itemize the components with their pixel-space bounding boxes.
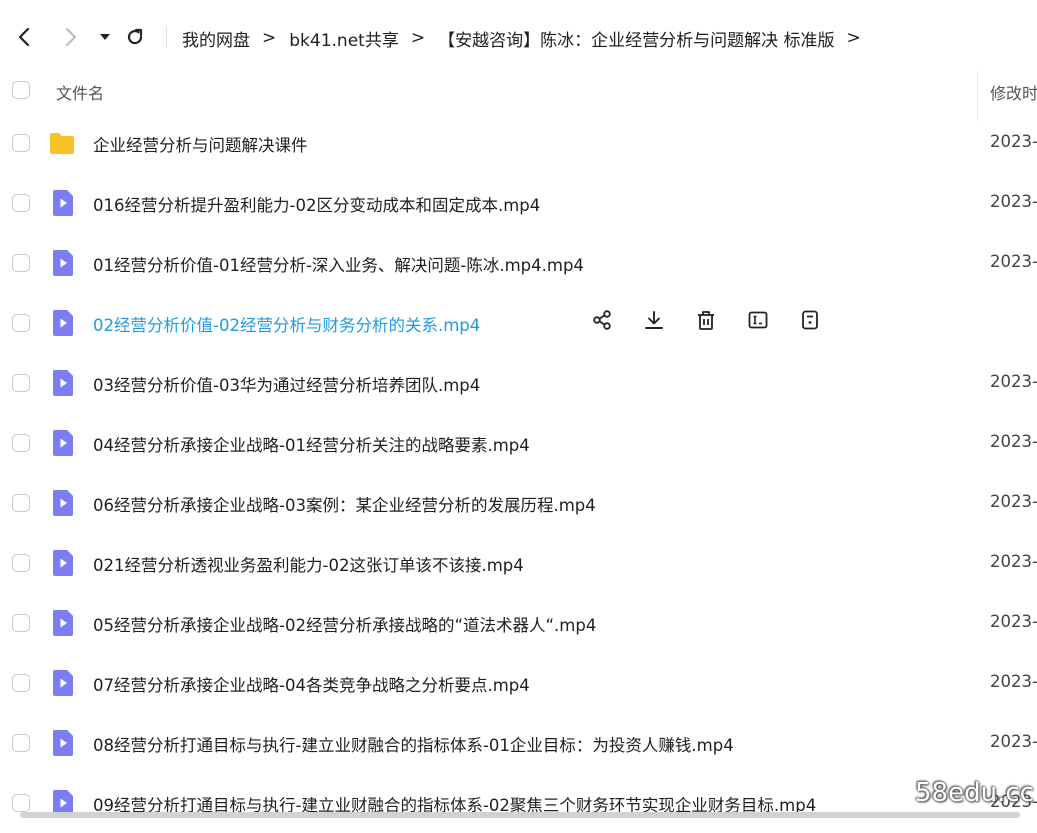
refresh-button[interactable] [120, 22, 150, 52]
row-checkbox[interactable] [12, 194, 30, 212]
row-checkbox[interactable] [12, 734, 30, 752]
row-checkbox[interactable] [12, 674, 30, 692]
file-row[interactable]: 01经营分析价值-01经营分析-深入业务、解决问题-陈冰.mp4.mp4 2023… [0, 233, 1037, 293]
column-header-modified[interactable]: 修改时 [990, 80, 1037, 104]
history-dropdown-button[interactable] [90, 22, 120, 52]
file-name[interactable]: 02经营分析价值-02经营分析与财务分析的关系.mp4 [93, 312, 480, 336]
file-row[interactable]: 016经营分析提升盈利能力-02区分变动成本和固定成本.mp4 2023- [0, 173, 1037, 233]
file-row[interactable]: 03经营分析价值-03华为通过经营分析培养团队.mp4 2023- [0, 353, 1037, 413]
rename-icon [747, 309, 769, 335]
file-name[interactable]: 06经营分析承接企业战略-03案例：某企业经营分析的发展历程.mp4 [93, 492, 596, 516]
file-name[interactable]: 04经营分析承接企业战略-01经营分析关注的战略要素.mp4 [93, 432, 530, 456]
toolbar-divider [166, 26, 167, 48]
video-file-icon [51, 429, 79, 457]
video-file-icon [51, 549, 79, 577]
caret-down-icon [100, 34, 110, 40]
share-icon [591, 309, 613, 335]
file-modified-date: 2023- [990, 612, 1037, 631]
file-name[interactable]: 03经营分析价值-03华为通过经营分析培养团队.mp4 [93, 372, 480, 396]
file-row[interactable]: 05经营分析承接企业战略-02经营分析承接战略的“道法术器人“.mp4 2023- [0, 593, 1037, 653]
video-file-icon [51, 729, 79, 757]
back-button[interactable] [10, 22, 40, 52]
file-row[interactable]: 07经营分析承接企业战略-04各类竞争战略之分析要点.mp4 2023- [0, 653, 1037, 713]
breadcrumb-separator: > [846, 28, 861, 48]
row-checkbox[interactable] [12, 794, 30, 812]
more-button[interactable] [796, 308, 824, 336]
breadcrumb-item-share[interactable]: bk41.net共享 [289, 26, 399, 51]
row-checkbox[interactable] [12, 374, 30, 392]
forward-button[interactable] [55, 22, 85, 52]
video-file-icon [51, 309, 79, 337]
chevron-right-icon [66, 28, 76, 46]
horizontal-scrollbar[interactable] [20, 812, 1020, 818]
row-checkbox[interactable] [12, 554, 30, 572]
file-modified-date: 2023- [990, 132, 1037, 151]
folder-icon [46, 129, 74, 157]
chevron-left-icon [18, 27, 30, 47]
breadcrumb-item-current[interactable]: 【安越咨询】陈冰：企业经营分析与问题解决 标准版 [438, 26, 834, 51]
file-modified-date: 2023- [990, 192, 1037, 211]
delete-icon [695, 309, 717, 335]
breadcrumb: 我的网盘 > bk41.net共享 > 【安越咨询】陈冰：企业经营分析与问题解决… [182, 24, 874, 52]
file-name[interactable]: 05经营分析承接企业战略-02经营分析承接战略的“道法术器人“.mp4 [93, 612, 596, 636]
file-name[interactable]: 企业经营分析与问题解决课件 [93, 132, 308, 156]
file-row[interactable]: 08经营分析打通目标与执行-建立业财融合的指标体系-01企业目标：为投资人赚钱.… [0, 713, 1037, 773]
row-checkbox[interactable] [12, 314, 30, 332]
breadcrumb-separator: > [410, 28, 426, 48]
file-row[interactable]: 04经营分析承接企业战略-01经营分析关注的战略要素.mp4 2023- [0, 413, 1037, 473]
video-file-icon [51, 609, 79, 637]
column-header-name[interactable]: 文件名 [56, 80, 104, 104]
file-name[interactable]: 08经营分析打通目标与执行-建立业财融合的指标体系-01企业目标：为投资人赚钱.… [93, 732, 734, 756]
file-modified-date: 2023- [990, 372, 1037, 391]
file-modified-date: 2023- [990, 552, 1037, 571]
row-checkbox[interactable] [12, 134, 30, 152]
file-list-header: 文件名 修改时 [0, 70, 1037, 122]
refresh-icon [127, 28, 143, 45]
video-file-icon [51, 489, 79, 517]
file-row[interactable]: 021经营分析透视业务盈利能力-02这张订单该不该接.mp4 2023- [0, 533, 1037, 593]
breadcrumb-item-root[interactable]: 我的网盘 [182, 26, 250, 51]
row-checkbox[interactable] [12, 494, 30, 512]
file-name[interactable]: 07经营分析承接企业战略-04各类竞争战略之分析要点.mp4 [93, 672, 530, 696]
file-row[interactable]: 02经营分析价值-02经营分析与财务分析的关系.mp4 [0, 293, 1037, 353]
file-name[interactable]: 021经营分析透视业务盈利能力-02这张订单该不该接.mp4 [93, 552, 524, 576]
video-file-icon [51, 369, 79, 397]
file-modified-date: 2023- [990, 672, 1037, 691]
share-button[interactable] [588, 308, 616, 336]
file-modified-date: 2023- [990, 432, 1037, 451]
video-file-icon [51, 189, 79, 217]
more-icon [799, 309, 821, 335]
row-checkbox[interactable] [12, 434, 30, 452]
file-row[interactable]: 06经营分析承接企业战略-03案例：某企业经营分析的发展历程.mp4 2023- [0, 473, 1037, 533]
file-name[interactable]: 01经营分析价值-01经营分析-深入业务、解决问题-陈冰.mp4.mp4 [93, 252, 584, 276]
row-checkbox[interactable] [12, 614, 30, 632]
file-modified-date: 2023- [990, 252, 1037, 271]
select-all-checkbox[interactable] [12, 81, 30, 99]
file-modified-date: 2023- [990, 732, 1037, 751]
row-action-toolbar [588, 307, 848, 337]
file-name[interactable]: 016经营分析提升盈利能力-02区分变动成本和固定成本.mp4 [93, 192, 540, 216]
download-button[interactable] [640, 308, 668, 336]
watermark: 58edu.cc [915, 778, 1034, 808]
folder-row[interactable]: 企业经营分析与问题解决课件 2023- [0, 113, 1037, 173]
top-navigation-bar: 我的网盘 > bk41.net共享 > 【安越咨询】陈冰：企业经营分析与问题解决… [0, 0, 1037, 72]
download-icon [643, 309, 665, 335]
file-row[interactable]: 09经营分析打通目标与执行-建立业财融合的指标体系-02聚焦三个财务环节实现企业… [0, 773, 1037, 833]
video-file-icon [51, 249, 79, 277]
delete-button[interactable] [692, 308, 720, 336]
breadcrumb-separator: > [262, 28, 277, 48]
file-modified-date: 2023- [990, 492, 1037, 511]
video-file-icon [51, 669, 79, 697]
row-checkbox[interactable] [12, 254, 30, 272]
rename-button[interactable] [744, 308, 772, 336]
